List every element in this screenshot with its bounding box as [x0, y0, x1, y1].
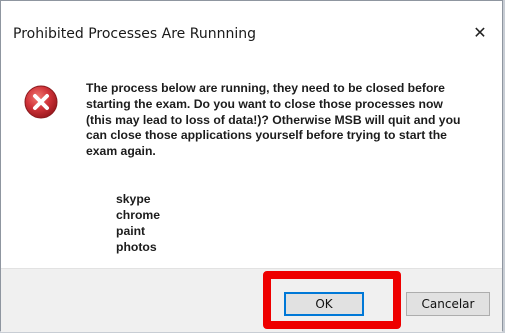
dialog-body: The process below are running, they need… — [1, 63, 502, 268]
cancel-button[interactable]: Cancelar — [406, 292, 490, 316]
prohibited-processes-dialog: Prohibited Processes Are Runnning ✕ The … — [0, 0, 503, 332]
process-list: skype chrome paint photos — [116, 191, 160, 255]
error-icon — [24, 85, 58, 119]
close-button[interactable]: ✕ — [470, 21, 490, 45]
dialog-footer: OK Cancelar — [1, 268, 502, 332]
dialog-title: Prohibited Processes Are Runnning — [13, 26, 256, 42]
process-item: paint — [116, 224, 146, 238]
process-item: photos — [116, 240, 157, 254]
process-item: skype — [116, 192, 151, 206]
ok-button[interactable]: OK — [284, 292, 364, 316]
dialog-titlebar: Prohibited Processes Are Runnning ✕ — [1, 1, 502, 63]
dialog-message: The process below are running, they need… — [86, 81, 461, 159]
process-item: chrome — [116, 208, 161, 222]
